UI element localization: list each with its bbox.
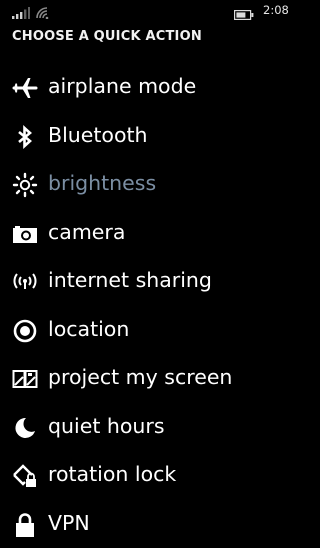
action-label: brightness: [48, 170, 156, 196]
action-project-my-screen[interactable]: project my screen: [0, 354, 300, 403]
action-airplane-mode[interactable]: airplane mode: [0, 63, 300, 112]
status-bar: 2:08: [0, 0, 300, 22]
project-screen-icon: [12, 366, 38, 392]
page-title: CHOOSE A QUICK ACTION: [12, 29, 202, 44]
action-label: location: [48, 316, 129, 342]
rotation-lock-icon: [12, 463, 38, 489]
bluetooth-icon: [12, 124, 38, 150]
action-label: rotation lock: [48, 461, 176, 487]
clock-time: 2:08: [263, 3, 289, 17]
battery-icon: [234, 5, 254, 24]
action-brightness[interactable]: brightness: [0, 160, 300, 209]
action-label: camera: [48, 219, 125, 245]
action-vpn[interactable]: VPN: [0, 500, 300, 548]
action-bluetooth[interactable]: Bluetooth: [0, 112, 300, 161]
action-internet-sharing[interactable]: internet sharing: [0, 257, 300, 306]
action-location[interactable]: location: [0, 306, 300, 355]
action-label: VPN: [48, 510, 90, 536]
action-label: airplane mode: [48, 73, 196, 99]
brightness-icon: [12, 172, 38, 198]
action-camera[interactable]: camera: [0, 209, 300, 258]
action-label: Bluetooth: [48, 122, 148, 148]
action-rotation-lock[interactable]: rotation lock: [0, 451, 300, 500]
camera-icon: [12, 221, 38, 247]
moon-icon: [12, 415, 38, 441]
action-label: project my screen: [48, 364, 232, 390]
airplane-icon: [12, 75, 38, 101]
signal-icon: [12, 4, 30, 23]
location-icon: [12, 318, 38, 344]
action-quiet-hours[interactable]: quiet hours: [0, 403, 300, 452]
internet-sharing-icon: [12, 269, 38, 295]
action-label: internet sharing: [48, 267, 212, 293]
action-label: quiet hours: [48, 413, 165, 439]
quick-action-list: airplane mode Bluetooth: [0, 63, 300, 548]
wifi-icon: [36, 4, 50, 23]
